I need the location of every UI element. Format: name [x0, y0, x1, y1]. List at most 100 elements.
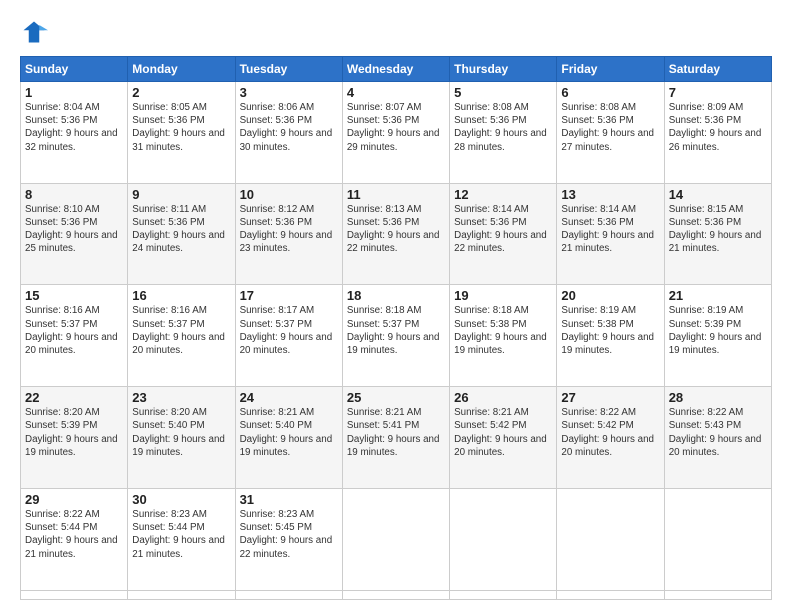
calendar-cell: 18 Sunrise: 8:18 AMSunset: 5:37 PMDaylig… — [342, 285, 449, 387]
calendar-cell — [557, 488, 664, 590]
day-number: 27 — [561, 390, 659, 405]
calendar-cell: 14 Sunrise: 8:15 AMSunset: 5:36 PMDaylig… — [664, 183, 771, 285]
calendar-cell: 3 Sunrise: 8:06 AMSunset: 5:36 PMDayligh… — [235, 82, 342, 184]
day-number: 11 — [347, 187, 445, 202]
day-number: 7 — [669, 85, 767, 100]
day-info: Sunrise: 8:22 AMSunset: 5:44 PMDaylight:… — [25, 509, 118, 560]
calendar-cell: 11 Sunrise: 8:13 AMSunset: 5:36 PMDaylig… — [342, 183, 449, 285]
calendar-cell: 30 Sunrise: 8:23 AMSunset: 5:44 PMDaylig… — [128, 488, 235, 590]
day-number: 10 — [240, 187, 338, 202]
calendar-cell — [128, 590, 235, 599]
day-number: 29 — [25, 492, 123, 507]
day-info: Sunrise: 8:16 AMSunset: 5:37 PMDaylight:… — [25, 305, 118, 356]
calendar-cell: 21 Sunrise: 8:19 AMSunset: 5:39 PMDaylig… — [664, 285, 771, 387]
calendar-cell: 4 Sunrise: 8:07 AMSunset: 5:36 PMDayligh… — [342, 82, 449, 184]
weekday-header-monday: Monday — [128, 57, 235, 82]
day-number: 9 — [132, 187, 230, 202]
calendar-cell — [235, 590, 342, 599]
calendar-cell: 24 Sunrise: 8:21 AMSunset: 5:40 PMDaylig… — [235, 387, 342, 489]
day-number: 13 — [561, 187, 659, 202]
day-number: 20 — [561, 288, 659, 303]
calendar-cell: 28 Sunrise: 8:22 AMSunset: 5:43 PMDaylig… — [664, 387, 771, 489]
calendar-cell: 9 Sunrise: 8:11 AMSunset: 5:36 PMDayligh… — [128, 183, 235, 285]
day-number: 24 — [240, 390, 338, 405]
weekday-header-sunday: Sunday — [21, 57, 128, 82]
day-info: Sunrise: 8:07 AMSunset: 5:36 PMDaylight:… — [347, 102, 440, 153]
calendar-cell: 5 Sunrise: 8:08 AMSunset: 5:36 PMDayligh… — [450, 82, 557, 184]
day-info: Sunrise: 8:18 AMSunset: 5:38 PMDaylight:… — [454, 305, 547, 356]
calendar-week-row: 8 Sunrise: 8:10 AMSunset: 5:36 PMDayligh… — [21, 183, 772, 285]
day-info: Sunrise: 8:06 AMSunset: 5:36 PMDaylight:… — [240, 102, 333, 153]
calendar-cell: 7 Sunrise: 8:09 AMSunset: 5:36 PMDayligh… — [664, 82, 771, 184]
weekday-header-row: SundayMondayTuesdayWednesdayThursdayFrid… — [21, 57, 772, 82]
calendar-cell — [450, 488, 557, 590]
calendar-cell — [664, 488, 771, 590]
day-number: 25 — [347, 390, 445, 405]
day-info: Sunrise: 8:14 AMSunset: 5:36 PMDaylight:… — [454, 204, 547, 255]
day-info: Sunrise: 8:22 AMSunset: 5:42 PMDaylight:… — [561, 407, 654, 458]
day-number: 23 — [132, 390, 230, 405]
day-info: Sunrise: 8:15 AMSunset: 5:36 PMDaylight:… — [669, 204, 762, 255]
calendar-cell: 16 Sunrise: 8:16 AMSunset: 5:37 PMDaylig… — [128, 285, 235, 387]
calendar-week-row — [21, 590, 772, 599]
calendar-cell: 1 Sunrise: 8:04 AMSunset: 5:36 PMDayligh… — [21, 82, 128, 184]
day-info: Sunrise: 8:05 AMSunset: 5:36 PMDaylight:… — [132, 102, 225, 153]
weekday-header-thursday: Thursday — [450, 57, 557, 82]
calendar-cell: 22 Sunrise: 8:20 AMSunset: 5:39 PMDaylig… — [21, 387, 128, 489]
day-info: Sunrise: 8:18 AMSunset: 5:37 PMDaylight:… — [347, 305, 440, 356]
calendar-cell — [21, 590, 128, 599]
calendar-cell — [557, 590, 664, 599]
day-number: 31 — [240, 492, 338, 507]
day-number: 1 — [25, 85, 123, 100]
header — [20, 18, 772, 46]
day-number: 21 — [669, 288, 767, 303]
calendar-cell — [450, 590, 557, 599]
calendar-cell: 12 Sunrise: 8:14 AMSunset: 5:36 PMDaylig… — [450, 183, 557, 285]
day-info: Sunrise: 8:14 AMSunset: 5:36 PMDaylight:… — [561, 204, 654, 255]
day-number: 19 — [454, 288, 552, 303]
day-number: 17 — [240, 288, 338, 303]
day-number: 15 — [25, 288, 123, 303]
logo-icon — [20, 18, 48, 46]
calendar-cell: 17 Sunrise: 8:17 AMSunset: 5:37 PMDaylig… — [235, 285, 342, 387]
day-info: Sunrise: 8:10 AMSunset: 5:36 PMDaylight:… — [25, 204, 118, 255]
calendar-week-row: 1 Sunrise: 8:04 AMSunset: 5:36 PMDayligh… — [21, 82, 772, 184]
day-number: 16 — [132, 288, 230, 303]
day-info: Sunrise: 8:21 AMSunset: 5:41 PMDaylight:… — [347, 407, 440, 458]
day-number: 18 — [347, 288, 445, 303]
weekday-header-wednesday: Wednesday — [342, 57, 449, 82]
day-number: 4 — [347, 85, 445, 100]
day-number: 12 — [454, 187, 552, 202]
calendar-week-row: 22 Sunrise: 8:20 AMSunset: 5:39 PMDaylig… — [21, 387, 772, 489]
day-info: Sunrise: 8:16 AMSunset: 5:37 PMDaylight:… — [132, 305, 225, 356]
day-info: Sunrise: 8:04 AMSunset: 5:36 PMDaylight:… — [25, 102, 118, 153]
day-info: Sunrise: 8:20 AMSunset: 5:39 PMDaylight:… — [25, 407, 118, 458]
day-info: Sunrise: 8:19 AMSunset: 5:38 PMDaylight:… — [561, 305, 654, 356]
day-info: Sunrise: 8:23 AMSunset: 5:45 PMDaylight:… — [240, 509, 333, 560]
day-info: Sunrise: 8:23 AMSunset: 5:44 PMDaylight:… — [132, 509, 225, 560]
day-number: 14 — [669, 187, 767, 202]
calendar-cell — [342, 590, 449, 599]
calendar-cell: 2 Sunrise: 8:05 AMSunset: 5:36 PMDayligh… — [128, 82, 235, 184]
day-number: 28 — [669, 390, 767, 405]
day-info: Sunrise: 8:13 AMSunset: 5:36 PMDaylight:… — [347, 204, 440, 255]
day-info: Sunrise: 8:22 AMSunset: 5:43 PMDaylight:… — [669, 407, 762, 458]
calendar-cell: 31 Sunrise: 8:23 AMSunset: 5:45 PMDaylig… — [235, 488, 342, 590]
day-info: Sunrise: 8:08 AMSunset: 5:36 PMDaylight:… — [561, 102, 654, 153]
calendar-cell: 23 Sunrise: 8:20 AMSunset: 5:40 PMDaylig… — [128, 387, 235, 489]
day-number: 8 — [25, 187, 123, 202]
day-info: Sunrise: 8:09 AMSunset: 5:36 PMDaylight:… — [669, 102, 762, 153]
day-info: Sunrise: 8:17 AMSunset: 5:37 PMDaylight:… — [240, 305, 333, 356]
calendar-cell: 29 Sunrise: 8:22 AMSunset: 5:44 PMDaylig… — [21, 488, 128, 590]
calendar-cell: 8 Sunrise: 8:10 AMSunset: 5:36 PMDayligh… — [21, 183, 128, 285]
weekday-header-tuesday: Tuesday — [235, 57, 342, 82]
calendar-cell: 13 Sunrise: 8:14 AMSunset: 5:36 PMDaylig… — [557, 183, 664, 285]
calendar-cell: 26 Sunrise: 8:21 AMSunset: 5:42 PMDaylig… — [450, 387, 557, 489]
day-info: Sunrise: 8:11 AMSunset: 5:36 PMDaylight:… — [132, 204, 225, 255]
day-number: 30 — [132, 492, 230, 507]
day-number: 22 — [25, 390, 123, 405]
day-number: 5 — [454, 85, 552, 100]
day-info: Sunrise: 8:08 AMSunset: 5:36 PMDaylight:… — [454, 102, 547, 153]
calendar-cell: 27 Sunrise: 8:22 AMSunset: 5:42 PMDaylig… — [557, 387, 664, 489]
calendar-cell — [342, 488, 449, 590]
